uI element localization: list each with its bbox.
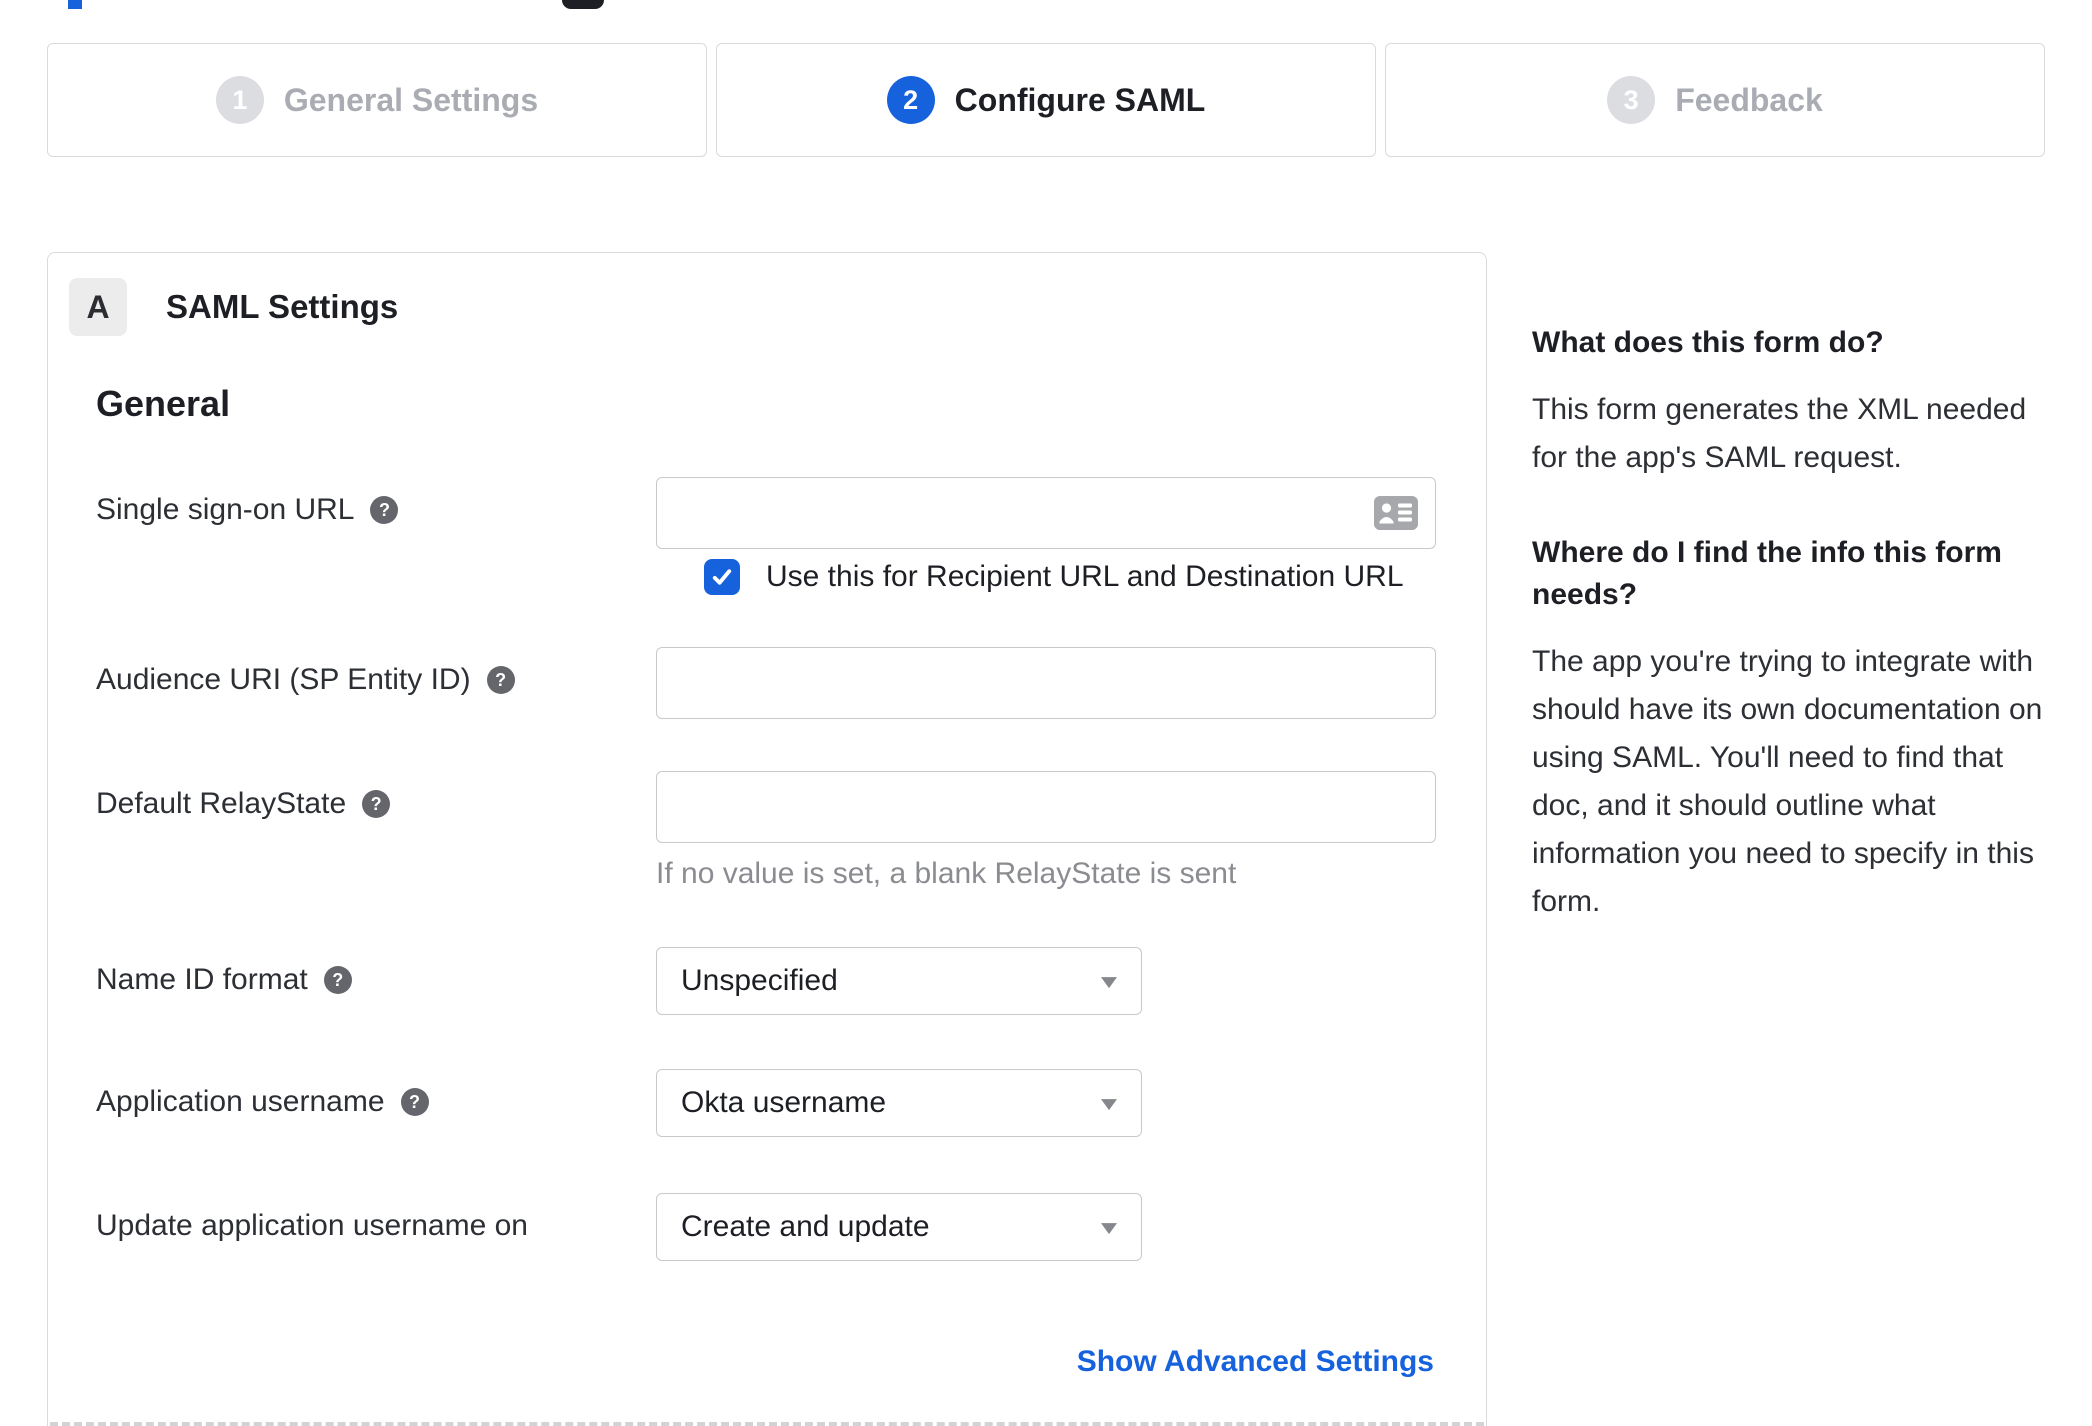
sso-url-input[interactable]	[656, 477, 1436, 549]
sso-url-label: Single sign-on URL	[96, 493, 355, 526]
audience-uri-input[interactable]	[656, 647, 1436, 719]
chevron-down-icon	[1101, 1099, 1117, 1111]
field-label-cell: Single sign-on URL	[96, 477, 656, 527]
help-body: The app you're trying to integrate with …	[1532, 645, 2043, 918]
audience-uri-input-wrap	[656, 647, 1436, 719]
recipient-url-checkbox-row: Use this for Recipient URL and Destinati…	[704, 559, 1404, 595]
chevron-down-icon	[1101, 977, 1117, 989]
step-configure-saml[interactable]: 2 Configure SAML	[716, 43, 1376, 157]
audience-uri-label: Audience URI (SP Entity ID)	[96, 663, 471, 696]
help-icon[interactable]	[400, 1088, 429, 1116]
show-advanced-settings-link[interactable]: Show Advanced Settings	[1077, 1345, 1434, 1379]
help-heading: What does this form do?	[1532, 326, 1884, 359]
name-id-format-select[interactable]: Unspecified	[656, 947, 1142, 1015]
app-username-label: Application username	[96, 1085, 385, 1118]
contact-card-icon[interactable]	[1374, 496, 1418, 530]
field-row-relay-state: Default RelayState If no value is set, a…	[48, 771, 1488, 891]
field-label-cell: Application username	[96, 1069, 656, 1119]
field-row-name-id-format: Name ID format Unspecified	[48, 947, 1488, 1015]
name-id-format-value: Unspecified	[681, 964, 838, 997]
help-icon[interactable]	[370, 496, 399, 524]
step-label: General Settings	[283, 81, 539, 118]
step-general-settings[interactable]: 1 General Settings	[47, 43, 707, 157]
relay-state-hint: If no value is set, a blank RelayState i…	[656, 857, 1237, 890]
section-letter-badge: A	[69, 278, 127, 336]
field-label-cell: Name ID format	[96, 947, 656, 997]
group-title-general: General	[96, 383, 231, 424]
recipient-url-checkbox[interactable]	[704, 559, 740, 595]
section-title: SAML Settings	[166, 288, 399, 325]
update-app-username-value: Create and update	[681, 1210, 930, 1243]
relay-state-input[interactable]	[656, 771, 1436, 843]
relay-state-label: Default RelayState	[96, 787, 347, 820]
step-number-badge: 2	[886, 76, 935, 124]
step-feedback[interactable]: 3 Feedback	[1385, 43, 2045, 157]
step-label: Feedback	[1675, 81, 1823, 118]
update-app-username-label: Update application username on	[96, 1209, 528, 1242]
help-icon[interactable]	[323, 966, 352, 994]
field-row-sso-url: Single sign-on URL	[48, 477, 1488, 549]
step-number-badge: 1	[215, 76, 264, 124]
sso-url-input-wrap	[656, 477, 1436, 549]
field-row-app-username: Application username Okta username	[48, 1069, 1488, 1137]
saml-settings-panel: A SAML Settings General Single sign-on U…	[47, 252, 1487, 1426]
field-row-audience-uri: Audience URI (SP Entity ID)	[48, 647, 1488, 719]
name-id-format-label: Name ID format	[96, 963, 308, 996]
field-label-cell: Update application username on	[96, 1193, 656, 1243]
wizard-stepper: 1 General Settings 2 Configure SAML 3 Fe…	[47, 43, 2045, 157]
field-label-cell: Audience URI (SP Entity ID)	[96, 647, 656, 697]
help-icon[interactable]	[486, 666, 515, 694]
app-username-value: Okta username	[681, 1086, 887, 1119]
help-icon[interactable]	[362, 790, 391, 818]
dashed-section-divider	[50, 1422, 1484, 1426]
chevron-down-icon	[1101, 1223, 1117, 1235]
help-block: Where do I find the info this form needs…	[1532, 532, 2054, 926]
cropped-logo-fragment	[68, 0, 82, 9]
help-block: What does this form do? This form genera…	[1532, 322, 2054, 482]
step-number-badge: 3	[1607, 76, 1656, 124]
recipient-url-checkbox-label: Use this for Recipient URL and Destinati…	[766, 560, 1404, 593]
field-label-cell: Default RelayState	[96, 771, 656, 821]
update-app-username-select[interactable]: Create and update	[656, 1193, 1142, 1261]
help-sidebar: What does this form do? This form genera…	[1532, 322, 2054, 976]
app-username-select[interactable]: Okta username	[656, 1069, 1142, 1137]
relay-state-input-wrap: If no value is set, a blank RelayState i…	[656, 771, 1436, 891]
step-label: Configure SAML	[954, 81, 1206, 118]
checkmark-icon	[712, 569, 732, 585]
help-heading: Where do I find the info this form needs…	[1532, 536, 2002, 611]
field-row-update-app-username: Update application username on Create an…	[48, 1193, 1488, 1261]
cropped-icon-fragment	[562, 0, 604, 9]
help-body: This form generates the XML needed for t…	[1532, 393, 2027, 474]
